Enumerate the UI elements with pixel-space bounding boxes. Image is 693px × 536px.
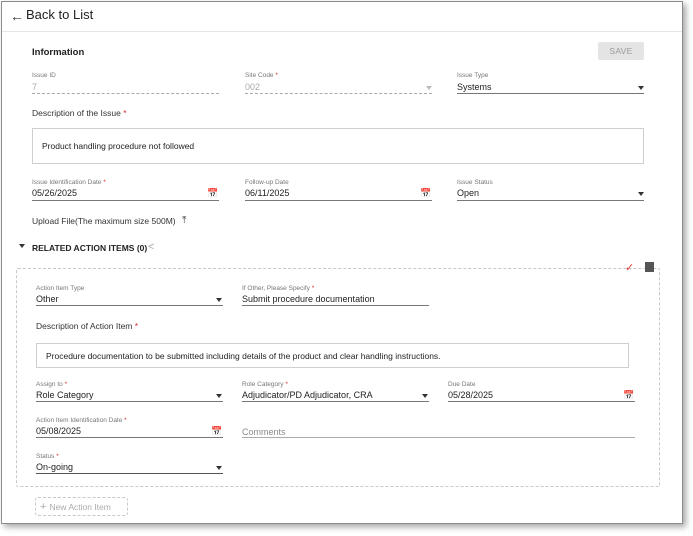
trash-icon[interactable] <box>645 262 654 272</box>
role-category-label: Role Category * <box>242 381 288 388</box>
issue-status-select[interactable]: Open <box>457 188 479 198</box>
action-identification-date-label: Action Item Identification Date * <box>36 417 127 424</box>
issue-status-underline <box>457 200 644 201</box>
issue-type-select[interactable]: Systems <box>457 82 492 92</box>
chevron-down-icon[interactable] <box>638 192 644 196</box>
status-underline <box>36 473 223 474</box>
site-code-underline <box>245 93 432 94</box>
status-label: Status * <box>36 453 59 460</box>
due-date-input[interactable]: 05/28/2025 <box>448 390 493 400</box>
app-window: ← Back to List Information SAVE Issue ID… <box>1 1 683 524</box>
calendar-icon[interactable]: 📅 <box>207 188 218 199</box>
role-category-underline <box>242 401 429 402</box>
site-code-value: 002 <box>245 82 261 92</box>
assign-to-select[interactable]: Role Category <box>36 390 94 400</box>
issue-id-underline <box>32 93 219 94</box>
action-item-type-underline <box>36 305 223 306</box>
plus-icon: + <box>40 500 47 513</box>
upload-icon[interactable]: ⤒ <box>182 215 186 226</box>
if-other-label: If Other, Please Specify * <box>242 285 315 292</box>
issue-identification-date-underline <box>32 200 219 201</box>
followup-date-input[interactable]: 06/11/2025 <box>245 188 289 198</box>
save-button[interactable]: SAVE <box>598 42 644 60</box>
assign-to-underline <box>36 401 223 402</box>
action-item-type-label: Action Item Type <box>36 285 85 292</box>
issue-description-field[interactable]: Product handling procedure not followed <box>32 128 644 164</box>
calendar-icon[interactable]: 📅 <box>623 390 634 401</box>
chevron-down-icon[interactable] <box>216 394 222 398</box>
back-to-list-link[interactable]: Back to List <box>26 7 93 22</box>
assign-to-label: Assign to * <box>36 381 68 388</box>
chevron-down-icon[interactable] <box>216 298 222 302</box>
issue-identification-date-label: Issue Identification Date * <box>32 179 106 186</box>
information-title: Information <box>32 47 85 58</box>
status-select[interactable]: On-going <box>36 462 73 472</box>
action-identification-date-underline <box>36 437 223 438</box>
calendar-icon[interactable]: 📅 <box>211 426 222 437</box>
comments-underline <box>242 437 635 438</box>
arrow-left-icon[interactable]: ← <box>10 8 24 24</box>
action-description-label: Description of Action Item * <box>36 321 139 331</box>
chevron-down-icon[interactable] <box>422 394 428 398</box>
issue-identification-date-input[interactable]: 05/26/2025 <box>32 188 77 198</box>
chevron-down-icon[interactable] <box>638 86 644 90</box>
due-date-label: Due Date <box>448 381 476 388</box>
action-item-type-select[interactable]: Other <box>36 294 59 304</box>
calendar-icon[interactable]: 📅 <box>420 188 431 199</box>
new-action-item-label: New Action Item <box>49 501 111 512</box>
check-icon[interactable]: ✓ <box>625 261 634 274</box>
issue-type-label: Issue Type <box>457 72 489 79</box>
upload-file-label: Upload File(The maximum size 500M) <box>32 216 176 226</box>
issue-type-underline <box>457 93 644 94</box>
action-description-field[interactable]: Procedure documentation to be submitted … <box>36 343 629 368</box>
issue-id-label: Issue ID <box>32 72 56 79</box>
followup-date-underline <box>245 200 432 201</box>
chevron-down-icon <box>426 86 432 90</box>
action-identification-date-input[interactable]: 05/08/2025 <box>36 426 81 436</box>
top-bar: ← Back to List <box>2 2 682 32</box>
share-icon[interactable]: < <box>148 241 154 253</box>
caret-down-icon[interactable] <box>19 244 25 248</box>
issue-description-label: Description of the Issue * <box>32 108 127 118</box>
chevron-down-icon[interactable] <box>216 466 222 470</box>
comments-input[interactable]: Comments <box>242 427 286 437</box>
role-category-select[interactable]: Adjudicator/PD Adjudicator, CRA <box>242 390 373 400</box>
issue-status-label: Issue Status <box>457 179 493 186</box>
issue-id-value: 7 <box>32 82 38 92</box>
site-code-label: Site Code * <box>245 72 278 79</box>
if-other-input[interactable]: Submit procedure documentation <box>242 294 375 304</box>
related-action-items-title[interactable]: RELATED ACTION ITEMS (0) <box>32 243 147 253</box>
if-other-underline <box>242 305 429 306</box>
new-action-item-button[interactable]: + New Action Item <box>35 497 128 516</box>
due-date-underline <box>448 401 635 402</box>
followup-date-label: Follow-up Date <box>245 179 289 186</box>
